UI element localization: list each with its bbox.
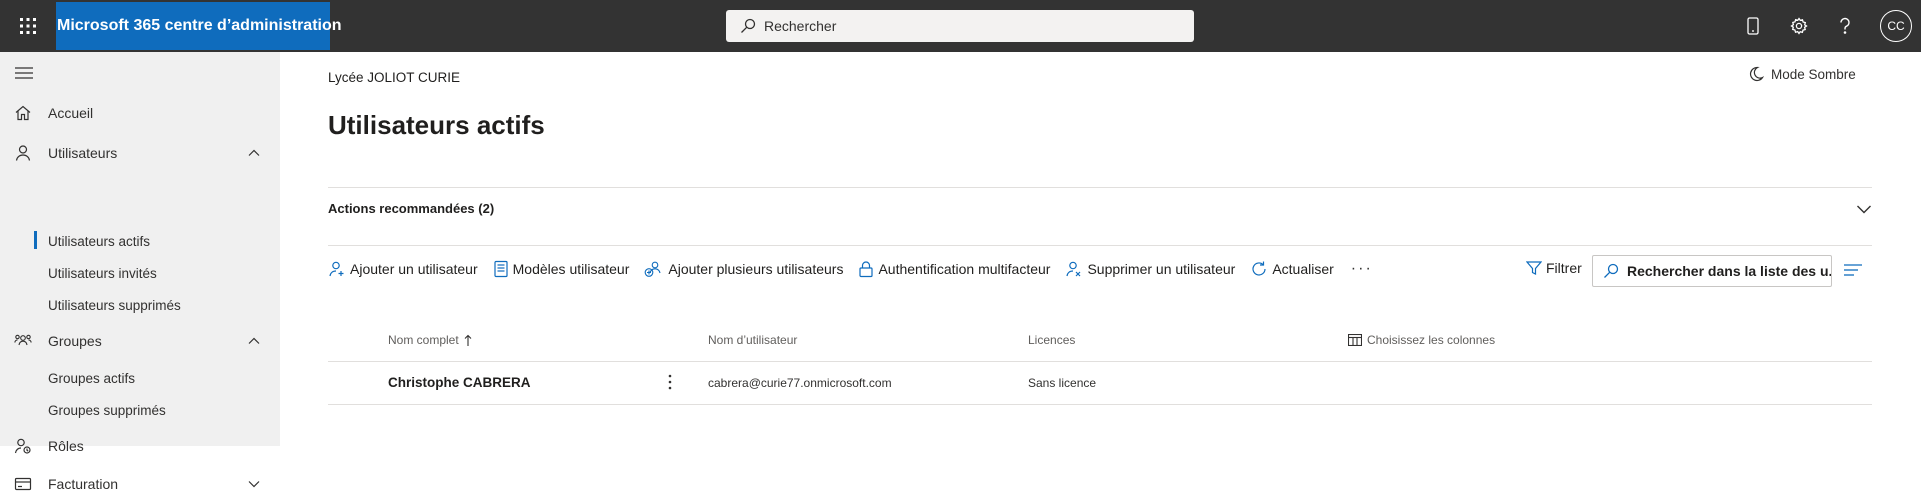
sidebar-item-label: Rôles [48,438,84,454]
dark-mode-toggle[interactable]: Mode Sombre [1748,66,1856,82]
row-licenses: Sans licence [1028,376,1097,390]
mfa-label: Authentification multifacteur [878,261,1051,277]
sort-ascending-icon [464,334,472,347]
filter-button[interactable]: Filtrer [1526,260,1582,276]
table-header-divider [328,361,1872,362]
refresh-label: Actualiser [1272,261,1334,277]
row-username: cabrera@curie77.onmicrosoft.com [708,376,892,390]
add-people-icon [644,260,664,278]
choose-columns-button[interactable]: Choisissez les colonnes [1348,333,1495,347]
sidebar-subitem-label: Utilisateurs invités [48,265,157,281]
hamburger-menu-icon[interactable] [15,66,33,80]
dark-mode-label: Mode Sombre [1771,66,1856,82]
recommended-actions-header[interactable]: Actions recommandées (2) [328,201,494,216]
active-indicator [34,231,37,249]
more-vertical-icon[interactable] [668,374,672,390]
sidebar-item-label: Accueil [48,105,94,121]
column-header-label: Nom complet [388,333,459,347]
page-title: Utilisateurs actifs [328,110,545,140]
moon-icon [1748,66,1764,82]
sidebar-item-facturation[interactable]: Facturation [0,469,280,499]
search-icon [1603,263,1619,279]
column-header-licenses[interactable]: Licences [1028,333,1075,347]
sidebar-item-label: Utilisateurs [48,145,118,161]
avatar[interactable]: CC [1880,10,1912,42]
gear-icon[interactable] [1786,13,1812,39]
add-person-icon [328,260,346,278]
table-row-divider [328,404,1872,405]
top-bar: Microsoft 365 centre d’administration Re… [0,0,1921,52]
list-search-placeholder: Rechercher dans la liste des u... [1627,263,1832,279]
filter-icon [1526,260,1542,276]
organization-name: Lycée JOLIOT CURIE [328,70,461,85]
sidebar-subitem-utilisateurs-supprimes[interactable]: Utilisateurs supprimés [0,292,280,318]
add-user-button[interactable]: Ajouter un utilisateur [328,260,478,278]
sidebar-subitem-label: Groupes supprimés [48,402,166,418]
chevron-up-icon[interactable] [247,334,261,348]
sidebar: Accueil Utilisateurs Utilisateurs actifs… [0,52,280,492]
sidebar-subitem-label: Groupes actifs [48,370,136,386]
list-search-input[interactable]: Rechercher dans la liste des u... [1592,255,1832,287]
column-header-username[interactable]: Nom d’utilisateur [708,333,797,347]
sidebar-item-label: Groupes [48,333,102,349]
home-icon [14,104,32,122]
delete-user-label: Supprimer un utilisateur [1087,261,1236,277]
chevron-down-icon[interactable] [247,477,261,491]
top-search-box[interactable]: Rechercher [726,10,1194,42]
person-icon [14,144,32,162]
sidebar-subitem-label: Utilisateurs actifs [48,233,151,249]
divider [328,245,1872,246]
remove-person-icon [1065,260,1083,278]
sidebar-item-label: Facturation [48,476,119,492]
filter-label: Filtrer [1546,260,1582,276]
chevron-down-icon[interactable] [1856,203,1872,215]
sidebar-item-utilisateurs[interactable]: Utilisateurs [0,138,280,168]
app-title[interactable]: Microsoft 365 centre d’administration [56,2,342,50]
columns-icon [1348,334,1362,346]
row-full-name[interactable]: Christophe CABRERA [388,375,531,390]
column-header-label: Licences [1028,333,1076,347]
add-multiple-users-label: Ajouter plusieurs utilisateurs [668,261,844,277]
billing-icon [14,475,32,493]
divider [328,187,1872,188]
user-templates-label: Modèles utilisateur [512,261,630,277]
lock-icon [858,260,874,278]
more-options-button[interactable]: ··· [1351,260,1373,278]
sidebar-item-roles[interactable]: Rôles [0,431,280,461]
user-templates-button[interactable]: Modèles utilisateur [493,260,630,278]
app-launcher-icon[interactable] [0,0,56,52]
add-multiple-users-button[interactable]: Ajouter plusieurs utilisateurs [644,260,843,278]
sidebar-subitem-label: Utilisateurs supprimés [48,297,181,313]
sidebar-item-groupes[interactable]: Groupes [0,326,280,356]
chevron-up-icon[interactable] [247,146,261,160]
search-placeholder: Rechercher [764,18,837,34]
column-header-label: Nom d’utilisateur [708,333,798,347]
search-icon [740,18,756,34]
sidebar-subitem-groupes-actifs[interactable]: Groupes actifs [0,365,280,391]
roles-icon [14,437,32,455]
sidebar-subitem-utilisateurs-actifs[interactable]: Utilisateurs actifs [0,228,280,254]
command-bar: Ajouter un utilisateur Modèles utilisate… [328,256,1373,282]
refresh-button[interactable]: Actualiser [1250,260,1334,278]
mobile-icon[interactable] [1740,13,1766,39]
sidebar-subitem-utilisateurs-invites[interactable]: Utilisateurs invités [0,260,280,286]
mfa-button[interactable]: Authentification multifacteur [858,260,1050,278]
add-user-label: Ajouter un utilisateur [350,261,478,277]
choose-columns-label: Choisissez les colonnes [1367,333,1496,347]
template-icon [493,260,509,278]
column-header-full-name[interactable]: Nom complet [388,333,472,347]
groups-icon [14,332,32,350]
view-options-icon[interactable] [1844,263,1862,277]
delete-user-button[interactable]: Supprimer un utilisateur [1065,260,1235,278]
refresh-icon [1250,260,1268,278]
sidebar-subitem-groupes-supprimes[interactable]: Groupes supprimés [0,397,280,423]
sidebar-item-accueil[interactable]: Accueil [0,98,280,128]
help-icon[interactable] [1832,13,1858,39]
